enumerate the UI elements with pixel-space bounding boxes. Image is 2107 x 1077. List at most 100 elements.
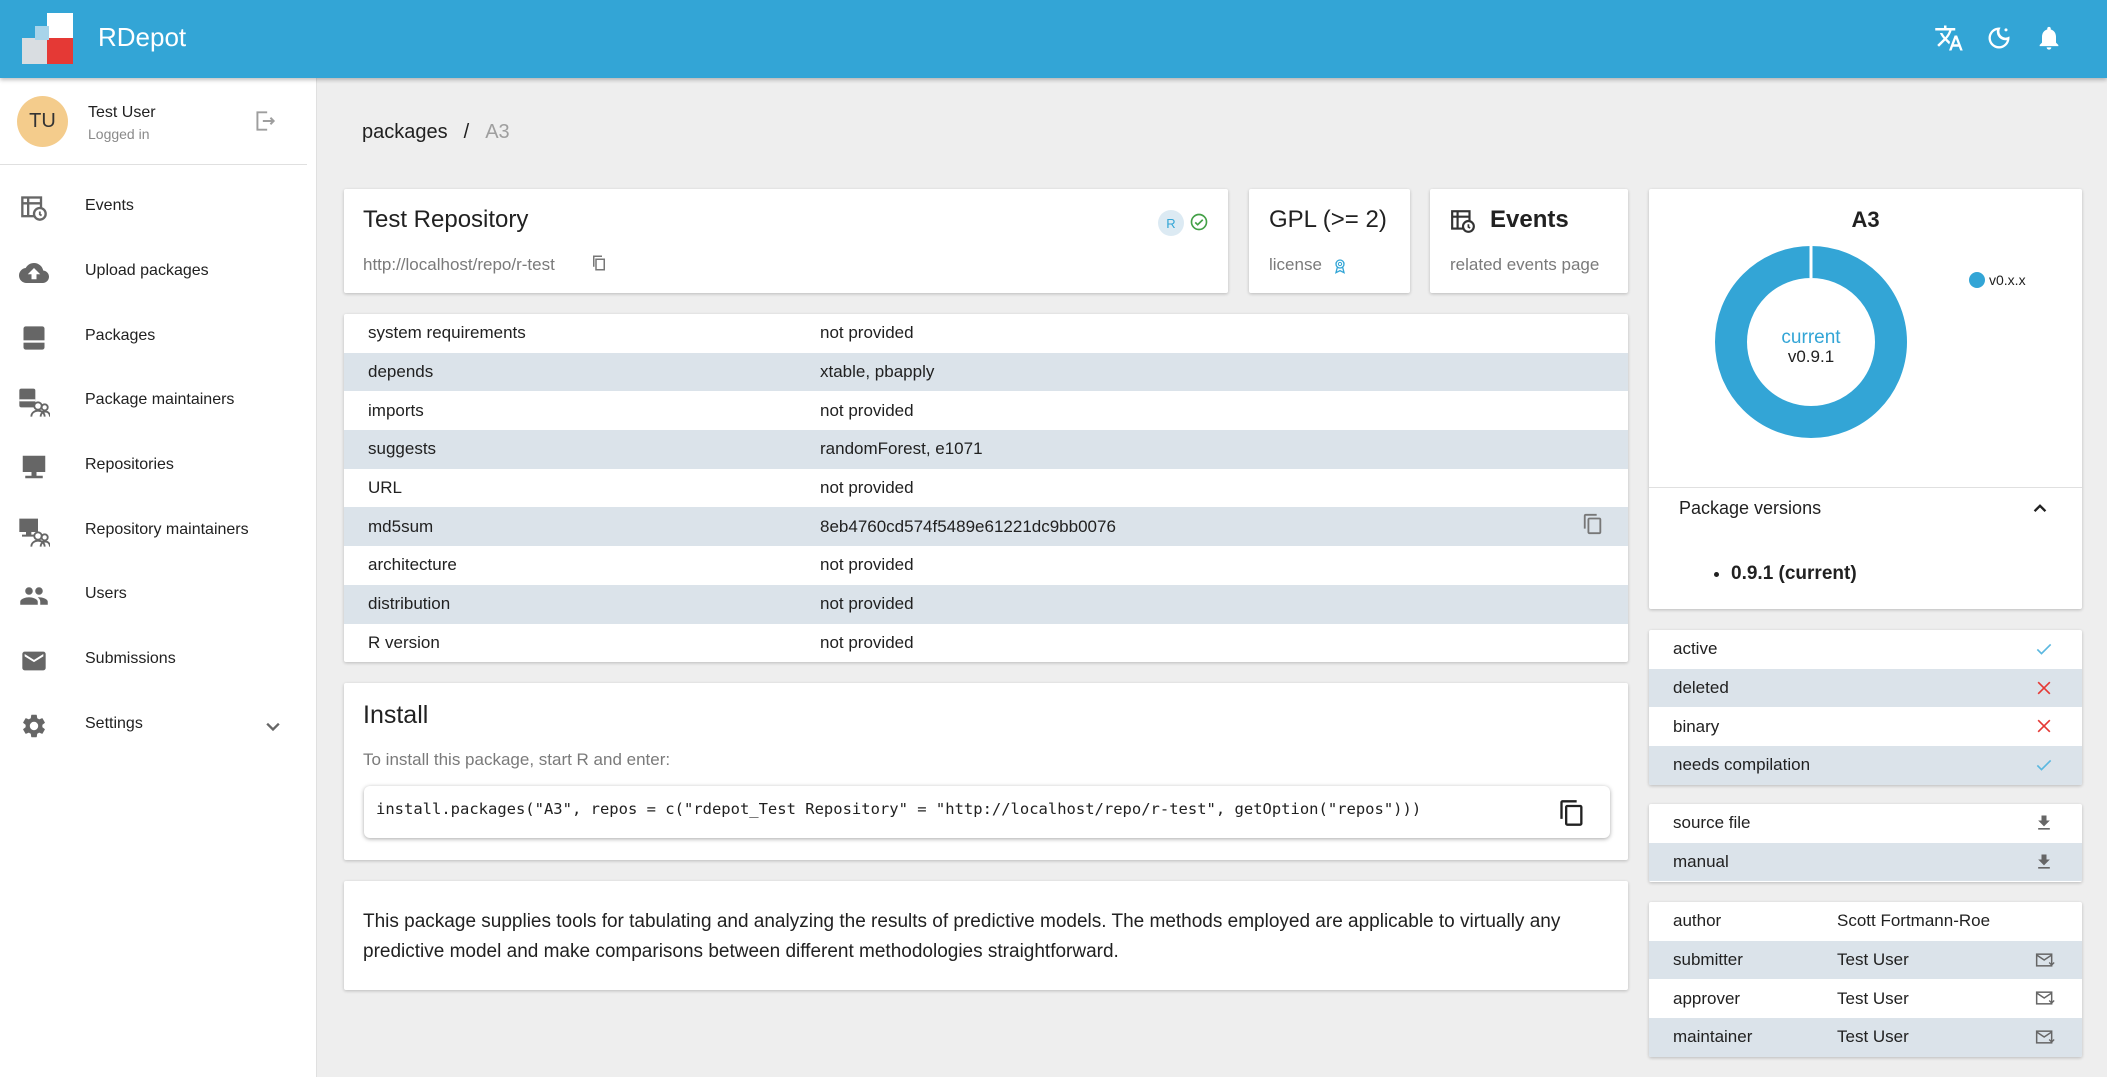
- repository-title[interactable]: Test Repository: [363, 206, 528, 234]
- sidebar-item-label: Submissions: [85, 650, 176, 667]
- install-hint: To install this package, start R and ent…: [363, 750, 671, 769]
- package-properties-table: system requirements not provided depends xt…: [344, 314, 1628, 662]
- package-maintainers-icon: [18, 386, 50, 418]
- repository-maintainers-icon: [18, 516, 50, 548]
- chevron-up-icon[interactable]: [2027, 496, 2053, 522]
- property-row: R version not provided: [344, 624, 1628, 663]
- sidebar-item-submissions[interactable]: Submissions: [0, 629, 307, 693]
- person-row-author: author Scott Fortmann-Roe: [1649, 902, 2082, 941]
- property-row: depends xtable, pbapply: [344, 352, 1628, 392]
- person-row-maintainer: maintainer Test User: [1649, 1018, 2082, 1057]
- property-row: distribution not provided: [344, 584, 1628, 624]
- package-people-card: author Scott Fortmann-Roe submitter Test…: [1649, 902, 2082, 1057]
- license-card[interactable]: GPL (>= 2) license: [1249, 189, 1410, 293]
- sidebar-item-settings[interactable]: Settings: [0, 694, 307, 758]
- license-title: GPL (>= 2): [1269, 206, 1387, 233]
- sidebar: TU Test User Logged in Events Upload pac…: [0, 78, 317, 1077]
- version-item[interactable]: 0.9.1 (current): [1731, 563, 1857, 585]
- property-row: suggests randomForest, e1071: [344, 430, 1628, 469]
- property-row: architecture not provided: [344, 546, 1628, 585]
- package-description: This package supplies tools for tabulati…: [363, 911, 1561, 962]
- license-badge-icon: [1332, 256, 1350, 276]
- package-versions-header[interactable]: Package versions: [1679, 498, 1821, 519]
- file-label: source file: [1673, 813, 1751, 833]
- close-icon: [2034, 678, 2054, 698]
- flag-row-deleted: deleted: [1649, 668, 2082, 708]
- rdepot-logo[interactable]: [22, 13, 73, 64]
- breadcrumb: packages / A3: [362, 121, 510, 144]
- email-icon[interactable]: [2034, 950, 2055, 970]
- events-icon: [18, 192, 50, 224]
- events-title: Events: [1490, 206, 1569, 233]
- install-command[interactable]: install.packages("A3", repos = c("rdepot…: [364, 786, 1610, 838]
- download-icon[interactable]: [2034, 852, 2054, 872]
- property-value: not provided: [796, 584, 1558, 624]
- person-name: Test User: [1837, 1027, 1909, 1047]
- sidebar-item-label: Repositories: [85, 456, 174, 473]
- sidebar-item-upload-packages[interactable]: Upload packages: [0, 241, 307, 305]
- user-panel: TU Test User Logged in: [0, 78, 307, 165]
- property-value: randomForest, e1071: [796, 430, 1558, 469]
- property-key: imports: [368, 400, 424, 420]
- sidebar-item-label: Users: [85, 585, 127, 602]
- install-card: Install To install this package, start R…: [344, 683, 1628, 860]
- copy-icon[interactable]: [1558, 799, 1586, 827]
- property-value: xtable, pbapply: [796, 352, 1558, 392]
- property-key: suggests: [344, 430, 796, 469]
- property-value: not provided: [820, 555, 914, 575]
- person-role: maintainer: [1673, 1027, 1753, 1047]
- avatar: TU: [17, 96, 68, 147]
- flag-label: deleted: [1673, 678, 1729, 698]
- property-value: not provided: [820, 632, 914, 652]
- events-card[interactable]: Events related events page: [1430, 189, 1628, 293]
- sidebar-item-label: Settings: [85, 715, 143, 732]
- repository-card[interactable]: Test Repository http://localhost/repo/r-…: [344, 189, 1228, 293]
- property-key: md5sum: [344, 507, 796, 547]
- repository-icon: [18, 451, 50, 483]
- notifications-icon[interactable]: [2033, 22, 2065, 54]
- copy-icon[interactable]: [590, 253, 610, 273]
- breadcrumb-packages-link[interactable]: packages: [362, 121, 448, 143]
- flag-row-active: active: [1649, 630, 2082, 669]
- chevron-down-icon[interactable]: [259, 712, 287, 740]
- sidebar-item-packages[interactable]: Packages: [0, 306, 307, 370]
- person-name: Scott Fortmann-Roe: [1837, 911, 1991, 931]
- file-row-manual[interactable]: manual: [1649, 842, 2082, 882]
- legend-swatch: [1969, 272, 1985, 288]
- dark-mode-icon[interactable]: [1983, 22, 2015, 54]
- download-icon[interactable]: [2034, 813, 2054, 833]
- file-row-source-file[interactable]: source file: [1649, 804, 2082, 843]
- property-row: system requirements not provided: [344, 314, 1628, 353]
- install-command-text: install.packages("A3", repos = c("rdepot…: [376, 800, 1422, 818]
- sidebar-item-users[interactable]: Users: [0, 564, 307, 628]
- sidebar-item-events[interactable]: Events: [0, 176, 307, 240]
- install-title: Install: [363, 701, 429, 729]
- donut-center-label: current: [1781, 327, 1841, 348]
- events-icon: [1450, 208, 1478, 236]
- flag-row-needs-compilation: needs compilation: [1649, 746, 2082, 785]
- sidebar-item-repositories[interactable]: Repositories: [0, 435, 307, 499]
- chart-legend[interactable]: v0.x.x: [1969, 272, 2026, 288]
- person-role: approver: [1673, 988, 1741, 1008]
- translate-icon[interactable]: [1933, 22, 1965, 54]
- package-versions-card: A3 current v0.9.1 v0.x.x Package version…: [1649, 189, 2082, 609]
- email-icon[interactable]: [2034, 988, 2055, 1008]
- legend-label: v0.x.x: [1989, 272, 2026, 288]
- property-key: distribution: [344, 584, 796, 624]
- breadcrumb-current: A3: [485, 121, 510, 143]
- logout-icon[interactable]: [252, 108, 278, 134]
- sidebar-item-label: Repository maintainers: [85, 521, 249, 538]
- sidebar-item-repository-maintainers[interactable]: Repository maintainers: [0, 500, 307, 564]
- property-key: depends: [344, 352, 796, 392]
- copy-icon[interactable]: [1558, 507, 1628, 547]
- sidebar-item-package-maintainers[interactable]: Package maintainers: [0, 370, 307, 434]
- mail-icon: [18, 645, 50, 677]
- property-key: system requirements: [368, 323, 526, 343]
- package-files-card: source file manual: [1649, 804, 2082, 882]
- person-name: Test User: [1837, 950, 1909, 970]
- app-title: RDepot: [98, 22, 187, 52]
- property-key: URL: [368, 478, 403, 498]
- property-value: 8eb4760cd574f5489e61221dc9bb0076: [796, 507, 1558, 547]
- donut-center-value: v0.9.1: [1787, 347, 1835, 366]
- email-icon[interactable]: [2034, 1027, 2055, 1047]
